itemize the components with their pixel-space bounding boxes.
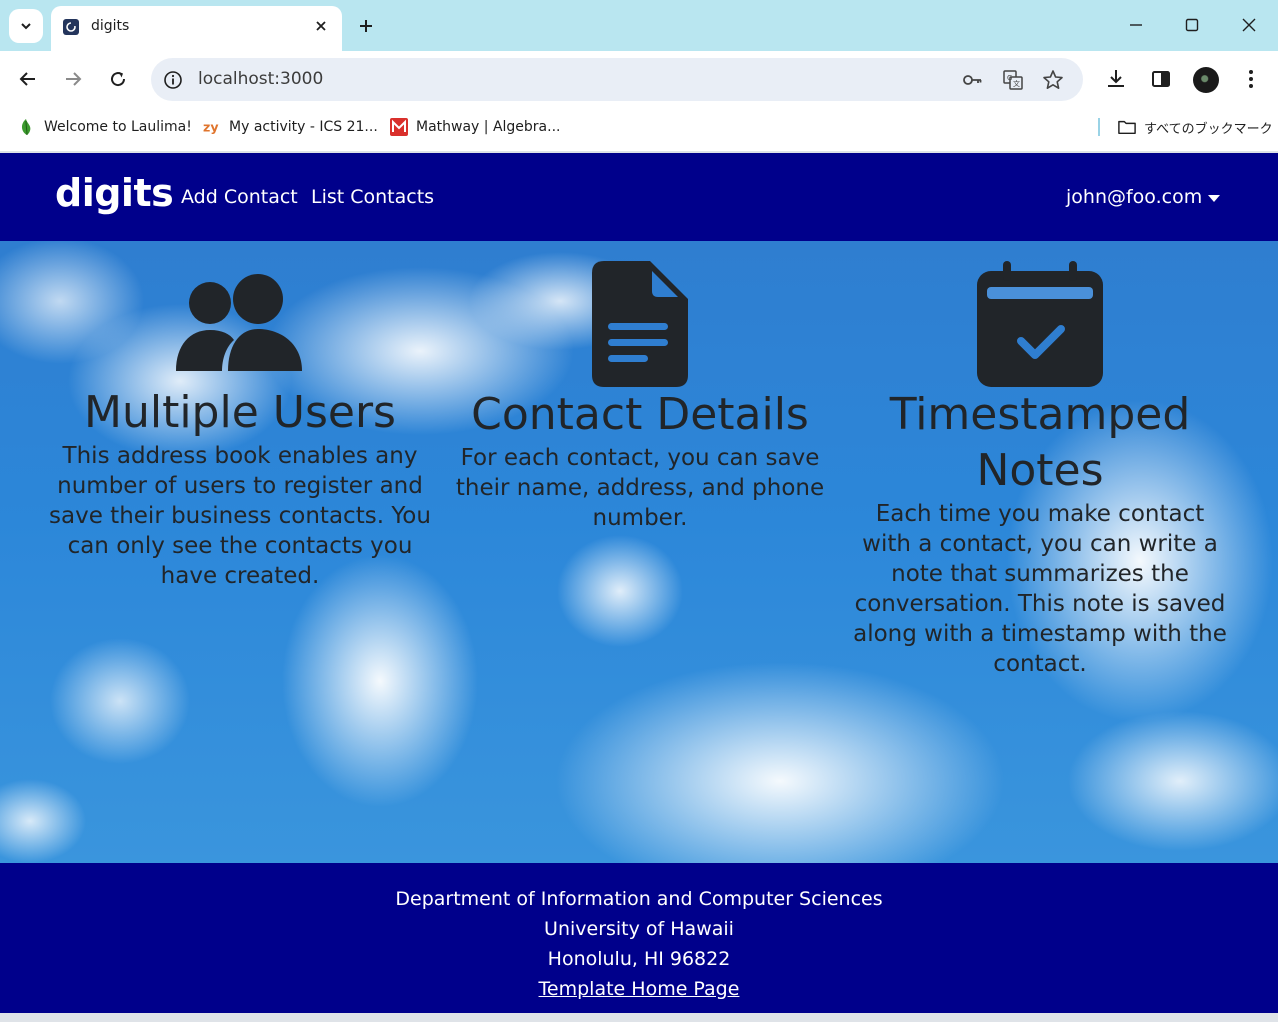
arrow-left-icon — [19, 72, 35, 86]
plus-icon — [360, 20, 372, 32]
site-navbar: digits Add Contact List Contacts john@fo… — [0, 153, 1278, 241]
site-footer: Department of Information and Computer S… — [0, 863, 1278, 1013]
nav-list-contacts[interactable]: List Contacts — [311, 186, 434, 208]
bookmarks-separator — [1098, 118, 1100, 136]
tab-title: digits — [91, 18, 130, 34]
svg-text:G: G — [1007, 74, 1012, 82]
bookmarks-bar: Welcome to Laulima! zy My activity - ICS… — [0, 108, 1278, 146]
laulima-leaf-icon — [18, 118, 36, 136]
new-tab-button[interactable] — [352, 12, 380, 40]
svg-text:文: 文 — [1013, 79, 1020, 88]
feature-text: This address book enables any number of … — [49, 443, 431, 589]
calendar-check-icon — [977, 261, 1103, 387]
bookmark-item[interactable]: Welcome to Laulima! — [18, 117, 192, 137]
chevron-down-icon — [21, 23, 31, 30]
browser-toolbar: localhost:3000 G文 — [0, 51, 1278, 108]
site-favicon-icon — [63, 19, 79, 35]
bookmark-star-icon[interactable] — [1042, 69, 1064, 91]
site-info-icon[interactable] — [161, 68, 185, 92]
file-text-icon — [592, 261, 688, 387]
tab-close-icon[interactable] — [311, 16, 331, 36]
zybooks-icon: zy — [203, 118, 221, 136]
feature-title: Timestamped Notes — [889, 389, 1191, 496]
brand-logo[interactable]: digits — [55, 171, 174, 215]
profile-avatar[interactable] — [1193, 67, 1219, 93]
tab-search-button[interactable] — [9, 9, 43, 43]
bookmark-label: Welcome to Laulima! — [44, 119, 192, 135]
arrow-right-icon — [66, 72, 82, 86]
caret-down-icon — [1208, 194, 1221, 202]
tab-strip: digits — [0, 0, 1278, 51]
footer-university: University of Hawaii — [544, 918, 734, 940]
mathway-icon — [390, 118, 408, 136]
bookmark-item[interactable]: zy My activity - ICS 21... — [203, 117, 378, 137]
reload-icon — [111, 72, 126, 87]
bookmark-label: My activity - ICS 21... — [229, 119, 378, 135]
translate-icon[interactable]: G文 — [1002, 69, 1024, 91]
password-key-icon[interactable] — [961, 69, 983, 91]
close-window-button[interactable] — [1234, 10, 1264, 40]
active-tab[interactable]: digits — [51, 6, 342, 51]
feature-text: Each time you make contact with a contac… — [853, 501, 1227, 677]
side-panel-icon[interactable] — [1147, 65, 1175, 93]
folder-icon — [1118, 118, 1136, 136]
users-icon — [176, 274, 302, 371]
user-email: john@foo.com — [1066, 186, 1203, 208]
user-dropdown[interactable]: john@foo.com — [1066, 186, 1221, 208]
web-page: digits Add Contact List Contacts john@fo… — [0, 153, 1278, 1013]
feature-text: For each contact, you can save their nam… — [455, 445, 825, 531]
feature-multiple-users: Multiple Users This address book enables… — [40, 267, 440, 591]
more-menu-icon[interactable] — [1237, 65, 1265, 93]
feature-timestamped-notes: Timestamped Notes Each time you make con… — [850, 261, 1230, 679]
maximize-button[interactable] — [1177, 10, 1207, 40]
forward-button[interactable] — [57, 63, 89, 95]
downloads-icon[interactable] — [1102, 65, 1130, 93]
svg-text:zy: zy — [203, 120, 219, 135]
window-bottom-edge — [0, 1013, 1278, 1022]
all-bookmarks-button[interactable]: すべてのブックマーク — [1118, 117, 1273, 137]
minimize-button[interactable] — [1121, 10, 1151, 40]
nav-add-contact[interactable]: Add Contact — [181, 186, 298, 208]
minimize-icon — [1130, 24, 1142, 26]
close-icon — [1242, 18, 1256, 32]
footer-department: Department of Information and Computer S… — [395, 888, 883, 910]
footer-address: Honolulu, HI 96822 — [547, 948, 731, 970]
address-bar[interactable]: localhost:3000 G文 — [151, 58, 1083, 101]
feature-title: Multiple Users — [84, 387, 396, 438]
footer-template-link[interactable]: Template Home Page — [539, 978, 740, 1000]
reload-button[interactable] — [102, 63, 134, 95]
landing-hero: Multiple Users This address book enables… — [0, 241, 1278, 863]
bookmark-item[interactable]: Mathway | Algebra... — [390, 117, 561, 137]
bookmark-label: Mathway | Algebra... — [416, 119, 561, 135]
all-bookmarks-label: すべてのブックマーク — [1144, 121, 1273, 137]
feature-title: Contact Details — [471, 389, 809, 440]
url-text[interactable]: localhost:3000 — [198, 69, 323, 89]
back-button[interactable] — [12, 63, 44, 95]
feature-contact-details: Contact Details For each contact, you ca… — [450, 261, 830, 533]
maximize-icon — [1185, 18, 1199, 32]
